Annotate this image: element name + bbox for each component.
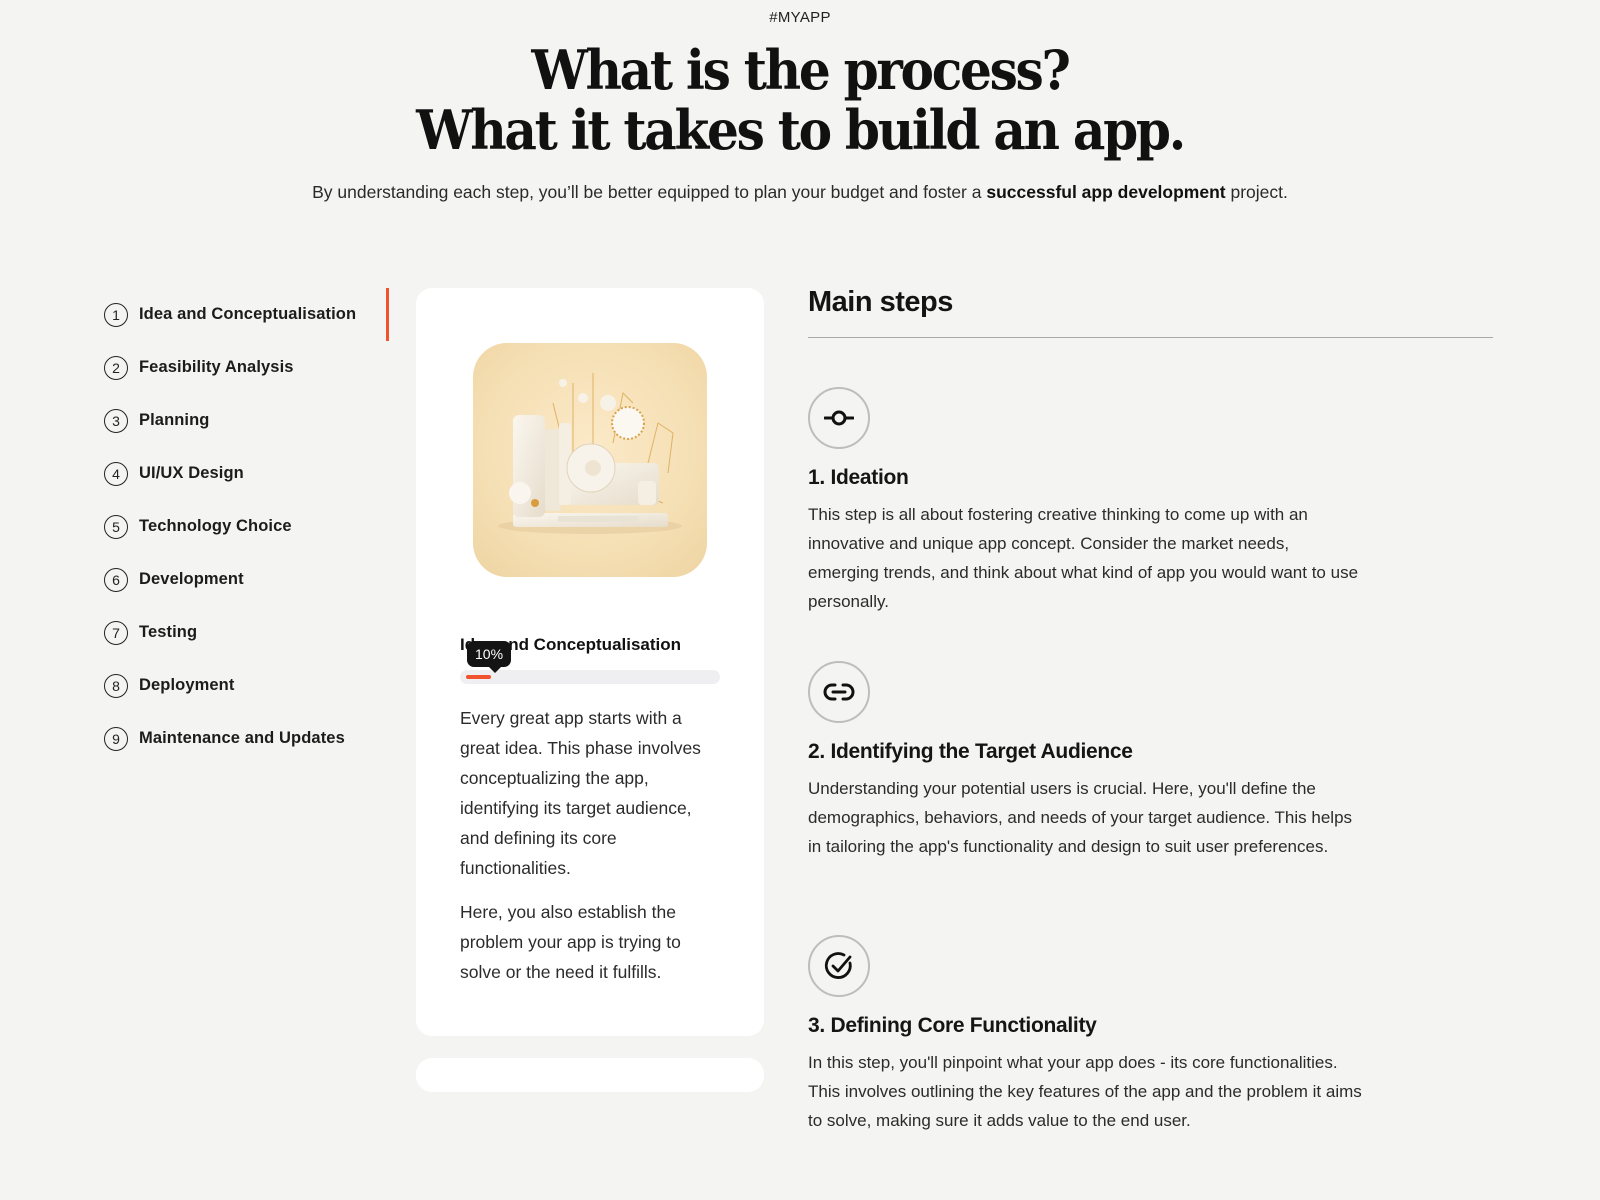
step-number-icon: 4 bbox=[104, 461, 128, 486]
sidebar-item-feasibility[interactable]: 2 Feasibility Analysis bbox=[104, 341, 390, 394]
card-paragraph: Here, you also establish the problem you… bbox=[460, 902, 681, 982]
sidebar-item-uiux[interactable]: 4 UI/UX Design bbox=[104, 447, 390, 500]
main-steps-heading: Main steps bbox=[808, 286, 953, 318]
step-item: 3. Defining Core Functionality In this s… bbox=[808, 935, 1368, 1135]
step-description: This step is all about fostering creativ… bbox=[808, 505, 1359, 611]
step-number-icon: 6 bbox=[104, 567, 128, 592]
eyebrow-tag: #MYAPP bbox=[769, 9, 831, 26]
page-subtitle: By understanding each step, you’ll be be… bbox=[0, 182, 1600, 203]
divider bbox=[808, 337, 1493, 338]
sidebar-item-label: Deployment bbox=[139, 676, 235, 694]
step-description: In this step, you'll pinpoint what your … bbox=[808, 1053, 1362, 1130]
sidebar-item-deployment[interactable]: 8 Deployment bbox=[104, 659, 390, 712]
step-title: 3. Defining Core Functionality bbox=[808, 1014, 1097, 1037]
step-number-icon: 8 bbox=[104, 673, 128, 698]
page-title-line-1: What is the process? bbox=[531, 38, 1071, 102]
step-icon-badge bbox=[808, 387, 870, 449]
sidebar-item-label: Maintenance and Updates bbox=[139, 729, 345, 747]
sidebar-item-label: UI/UX Design bbox=[139, 464, 244, 482]
step-item: 1. Ideation This step is all about foste… bbox=[808, 387, 1368, 616]
sidebar-item-label: Technology Choice bbox=[139, 517, 292, 535]
commit-icon bbox=[824, 410, 854, 426]
sidebar-item-planning[interactable]: 3 Planning bbox=[104, 394, 390, 447]
progress-tooltip: 10% bbox=[467, 641, 512, 673]
next-step-card[interactable] bbox=[416, 1058, 764, 1092]
sidebar-item-label: Planning bbox=[139, 411, 210, 429]
page-title: What is the process? What it takes to bu… bbox=[56, 40, 1544, 160]
step-icon-badge bbox=[808, 935, 870, 997]
sidebar-item-development[interactable]: 6 Development bbox=[104, 553, 390, 606]
card-paragraph: Every great app starts with a great idea… bbox=[460, 708, 701, 878]
step-number-icon: 9 bbox=[104, 726, 128, 751]
step-detail-card: Idea and Conceptualisation 10% Every gre… bbox=[416, 288, 764, 1036]
sidebar-item-testing[interactable]: 7 Testing bbox=[104, 606, 390, 659]
subtitle-text-end: project. bbox=[1225, 182, 1288, 202]
sidebar-item-idea[interactable]: 1 Idea and Conceptualisation bbox=[104, 288, 390, 341]
step-title: 2. Identifying the Target Audience bbox=[808, 740, 1133, 763]
step-progress-fill bbox=[466, 675, 491, 679]
sidebar-item-technology[interactable]: 5 Technology Choice bbox=[104, 500, 390, 553]
sidebar-item-label: Testing bbox=[139, 623, 198, 641]
step-title: 1. Ideation bbox=[808, 466, 909, 489]
step-item: 2. Identifying the Target Audience Under… bbox=[808, 661, 1368, 861]
step-illustration bbox=[473, 343, 707, 577]
sidebar-item-label: Development bbox=[139, 570, 244, 588]
page-title-line-2: What it takes to build an app. bbox=[416, 98, 1186, 162]
step-description: Understanding your potential users is cr… bbox=[808, 779, 1353, 856]
step-number-icon: 3 bbox=[104, 408, 128, 433]
subtitle-text: By understanding each step, you’ll be be… bbox=[312, 182, 987, 202]
step-number-icon: 2 bbox=[104, 355, 128, 380]
step-number-icon: 5 bbox=[104, 514, 128, 539]
steps-sidebar: 1 Idea and Conceptualisation 2 Feasibility… bbox=[104, 288, 390, 765]
main-steps-section: Main steps 1. Ideation This step is all … bbox=[808, 286, 1493, 1130]
sidebar-item-label: Feasibility Analysis bbox=[139, 358, 294, 376]
step-number-icon: 1 bbox=[104, 302, 128, 327]
link-icon bbox=[823, 683, 855, 701]
computer-illustration-icon bbox=[498, 373, 682, 534]
active-step-indicator bbox=[386, 288, 389, 341]
step-icon-badge bbox=[808, 661, 870, 723]
step-number-icon: 7 bbox=[104, 620, 128, 645]
sidebar-item-maintenance[interactable]: 9 Maintenance and Updates bbox=[104, 712, 390, 765]
sidebar-item-label: Idea and Conceptualisation bbox=[139, 305, 357, 323]
subtitle-emphasis: successful app development bbox=[986, 182, 1226, 202]
check-circle-icon bbox=[824, 952, 852, 979]
